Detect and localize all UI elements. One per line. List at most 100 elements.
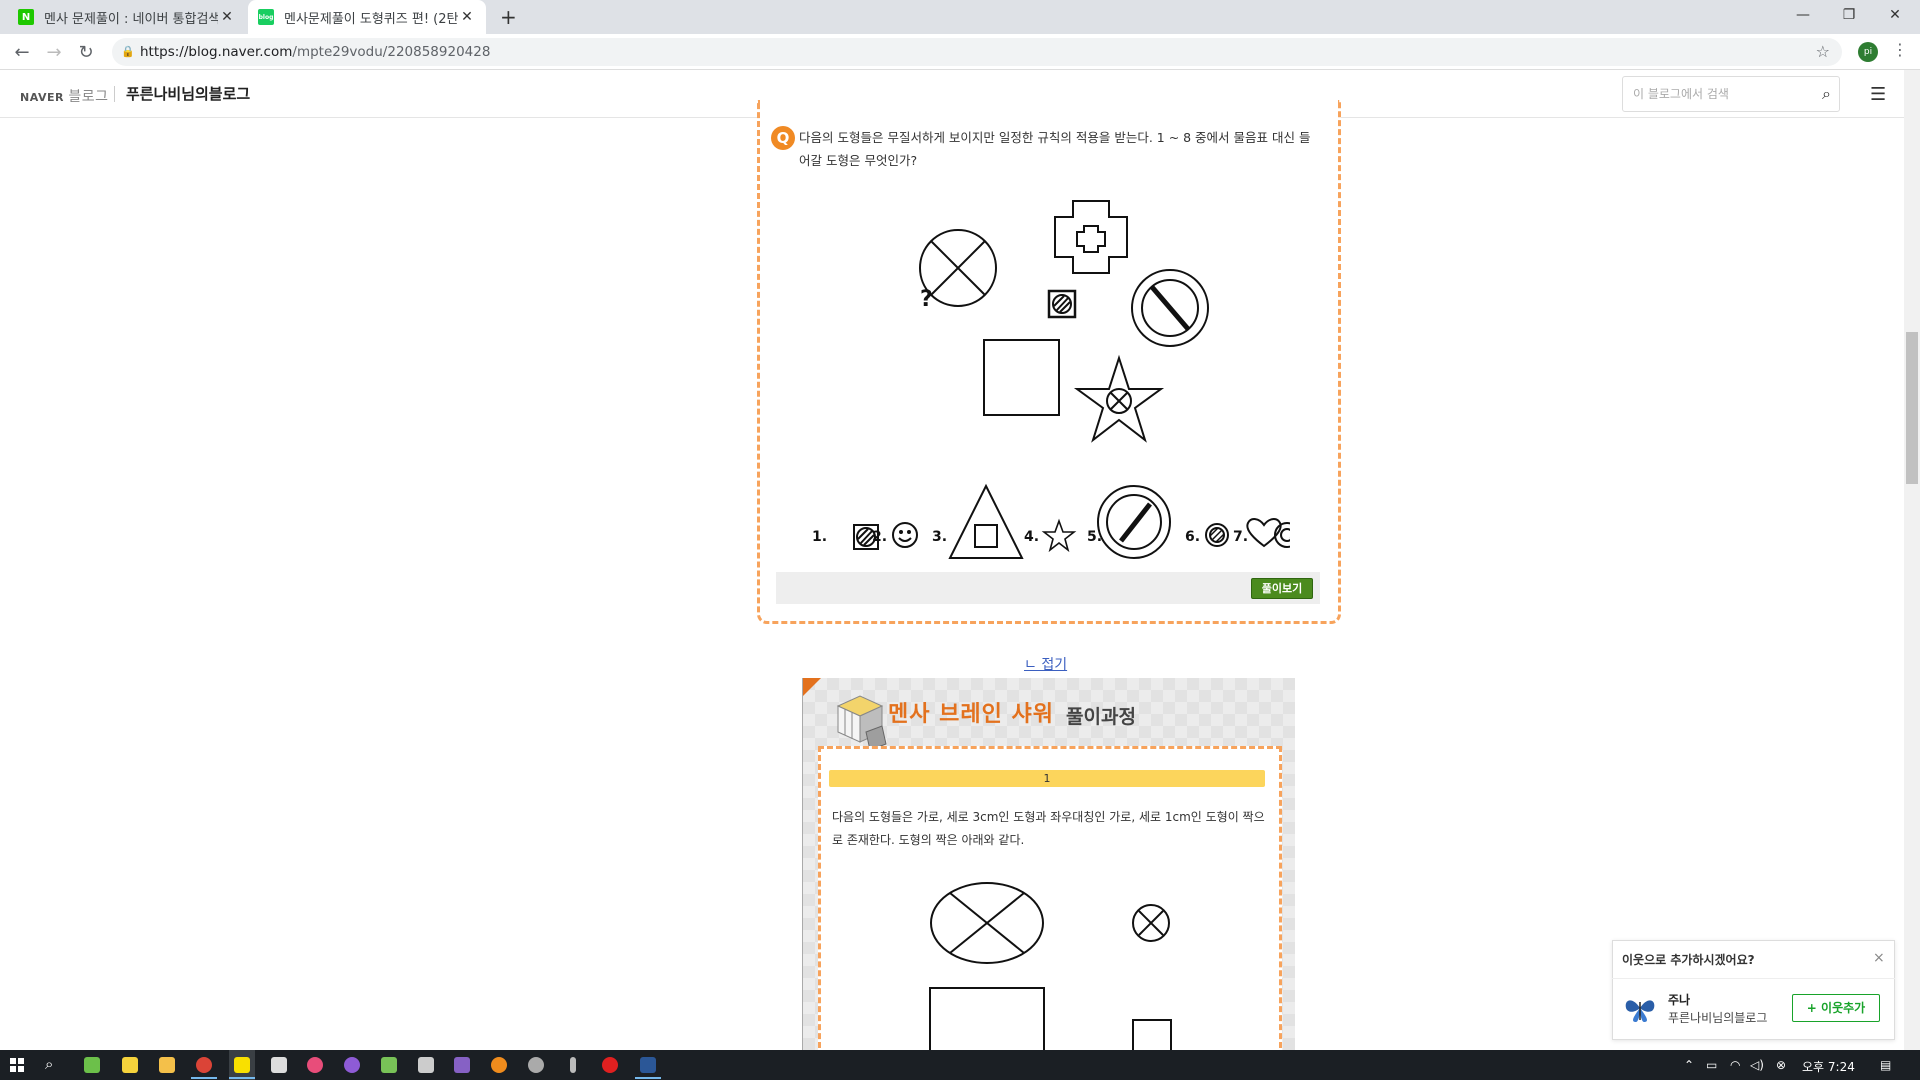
browser-toolbar: ← → ↻ 🔒 https://blog.naver.com/mpte29vod…: [0, 34, 1920, 70]
question-badge: Q: [771, 126, 795, 150]
app-icon[interactable]: [271, 1057, 287, 1073]
visual-studio-icon[interactable]: [454, 1057, 470, 1073]
tab-label: 멘사 문제풀이 : 네이버 통합검색: [44, 11, 218, 27]
option-2-smiley: [892, 522, 918, 548]
collapse-link[interactable]: ㄴ 접기: [1024, 654, 1067, 674]
browser-menu-icon[interactable]: ⋮: [1892, 40, 1908, 59]
app-icon[interactable]: [344, 1057, 360, 1073]
quiz-figure: ? 1. 2. 3. 4. 5. 6. 7. 8.: [812, 200, 1290, 559]
active-indicator: [635, 1077, 661, 1079]
windows-taskbar: ⌕ ⌃ ▭ ◠ ◁) ⊗ 오후 7:24 ▤: [0, 1050, 1920, 1080]
wifi-icon[interactable]: ◠: [1730, 1058, 1740, 1072]
option-5-circle-slash: [1097, 485, 1171, 559]
blender-icon[interactable]: [491, 1057, 507, 1073]
app-icon[interactable]: [418, 1057, 434, 1073]
vertical-scrollbar[interactable]: [1904, 70, 1920, 1050]
app-icon[interactable]: [84, 1057, 100, 1073]
blog-title[interactable]: 푸른나비님의블로그: [126, 83, 250, 104]
back-icon[interactable]: ←: [10, 40, 34, 64]
option-label: 1.: [812, 529, 827, 545]
question-mark-label: ?: [920, 287, 933, 312]
browser-tab-strip: N 멘사 문제풀이 : 네이버 통합검색 ✕ blog 멘사문제풀이 도형퀴즈 …: [0, 0, 1920, 34]
file-explorer-icon[interactable]: [159, 1057, 175, 1073]
lock-icon: 🔒: [121, 45, 135, 58]
butterfly-avatar: [1625, 1000, 1655, 1022]
hamburger-menu-icon[interactable]: ☰: [1870, 84, 1886, 105]
android-studio-icon[interactable]: [381, 1057, 397, 1073]
option-label: 2.: [872, 529, 887, 545]
star-shape: [1073, 354, 1165, 443]
kakaotalk-icon[interactable]: [234, 1057, 250, 1073]
solution-text: 다음의 도형들은 가로, 세로 3cm인 도형과 좌우대칭인 가로, 세로 1c…: [832, 810, 1265, 847]
windows-start-icon[interactable]: [10, 1058, 24, 1072]
option-label: 6.: [1185, 529, 1200, 545]
question-text: 다음의 도형들은 무질서하게 보이지만 일정한 규칙의 적용을 받는다. 1 ~…: [799, 130, 1311, 168]
prohibited-circle: [1131, 269, 1209, 347]
volume-icon[interactable]: ◁): [1750, 1058, 1764, 1072]
active-indicator: [191, 1077, 217, 1079]
search-icon[interactable]: ⌕: [1822, 77, 1831, 111]
option-label: 8.: [1289, 529, 1290, 545]
option-label: 5.: [1087, 529, 1102, 545]
small-rectangle-shape: [1132, 1019, 1172, 1050]
bookmark-star-icon[interactable]: ☆: [1816, 38, 1830, 66]
divider: [114, 86, 115, 102]
option-label: 7.: [1233, 529, 1248, 545]
reload-icon[interactable]: ↻: [74, 40, 98, 64]
new-tab-button[interactable]: +: [500, 5, 517, 29]
option-label: 4.: [1024, 529, 1039, 545]
blog-search-input[interactable]: 이 블로그에서 검색 ⌕: [1622, 76, 1840, 112]
solve-bar: [776, 572, 1320, 604]
word-icon[interactable]: [640, 1057, 656, 1073]
popup-close-icon[interactable]: ×: [1873, 950, 1885, 966]
show-solution-button[interactable]: 풀이보기: [1251, 578, 1313, 599]
blog-icon: blog: [258, 9, 274, 25]
solution-figure: [929, 882, 1172, 1050]
rectangle-shape: [929, 987, 1045, 1050]
ime-icon[interactable]: ⊗: [1776, 1058, 1786, 1072]
brand: NAVER: [20, 91, 64, 104]
profile-avatar[interactable]: pi: [1858, 42, 1878, 62]
minimize-icon[interactable]: —: [1780, 0, 1826, 30]
option-4-star: [1041, 518, 1077, 553]
small-hatched-square: [1047, 289, 1077, 319]
popup-blog-name: 푸른나비님의블로그: [1668, 1011, 1768, 1025]
close-tab-icon[interactable]: ✕: [218, 9, 236, 25]
restore-icon[interactable]: ❐: [1826, 0, 1872, 30]
brand-sub: 블로그: [68, 89, 109, 105]
search-placeholder: 이 블로그에서 검색: [1633, 87, 1729, 101]
tab-blog[interactable]: blog 멘사문제풀이 도형퀴즈 편! (2탄 ✕: [248, 0, 486, 34]
close-window-icon[interactable]: ✕: [1872, 0, 1918, 30]
divider: [1612, 978, 1895, 979]
scrollbar-thumb[interactable]: [1906, 332, 1918, 484]
url-path: /mpte29vodu/220858920428: [292, 44, 491, 60]
clock[interactable]: 오후 7:24: [1802, 1058, 1855, 1075]
chrome-icon[interactable]: [196, 1057, 212, 1073]
option-3-triangle: [948, 483, 1024, 559]
sticky-notes-icon[interactable]: [122, 1057, 138, 1073]
app-icon[interactable]: [570, 1057, 576, 1073]
app-icon[interactable]: [528, 1057, 544, 1073]
solution-subtitle: 풀이과정: [1066, 706, 1136, 728]
naver-logo[interactable]: NAVER 블로그: [20, 86, 108, 106]
naver-icon: N: [18, 9, 34, 25]
active-indicator: [229, 1077, 255, 1079]
tray-chevron-icon[interactable]: ⌃: [1684, 1058, 1694, 1072]
close-tab-icon[interactable]: ✕: [458, 9, 476, 25]
app-icon[interactable]: [602, 1057, 618, 1073]
notifications-icon[interactable]: ▤: [1880, 1058, 1891, 1072]
popup-user-name: 주나: [1668, 993, 1691, 1007]
square-shape: [983, 339, 1060, 416]
address-bar[interactable]: 🔒 https://blog.naver.com/mpte29vodu/2208…: [112, 38, 1842, 66]
small-circle-x-shape: [1132, 904, 1170, 942]
add-neighbor-button[interactable]: + 이웃추가: [1792, 994, 1880, 1022]
forward-icon[interactable]: →: [42, 40, 66, 64]
app-icon[interactable]: [307, 1057, 323, 1073]
battery-icon[interactable]: ▭: [1706, 1058, 1717, 1072]
search-icon[interactable]: ⌕: [45, 1055, 53, 1073]
url-host: https://blog.naver.com: [140, 44, 293, 60]
tab-search[interactable]: N 멘사 문제풀이 : 네이버 통합검색 ✕: [8, 0, 246, 34]
tab-label: 멘사문제풀이 도형퀴즈 편! (2탄: [284, 11, 458, 27]
solution-title: 멘사 브레인 샤워: [888, 702, 1054, 727]
step-number-bar: 1: [829, 770, 1265, 787]
